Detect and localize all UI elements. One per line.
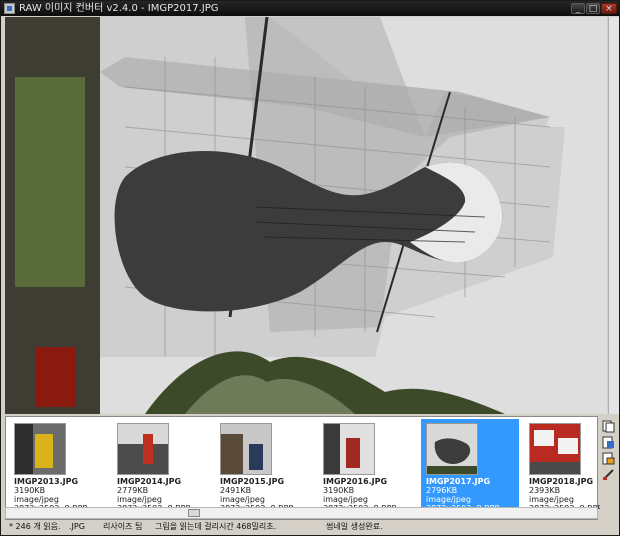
brush-icon[interactable] [602, 468, 615, 481]
vertical-scrollbar[interactable] [608, 17, 619, 414]
thumbnail-scrollbar[interactable] [5, 507, 598, 519]
app-icon [4, 3, 15, 14]
status-resize-tip: 리사이즈 팁 [103, 522, 143, 531]
minimize-button[interactable]: _ [571, 3, 585, 14]
window-title: RAW 이미지 컨버터 v2.4.0 - IMGP2017.JPG [19, 3, 219, 14]
maximize-button[interactable]: □ [586, 3, 600, 14]
copy-icon[interactable] [602, 420, 615, 433]
title-bar[interactable]: RAW 이미지 컨버터 v2.4.0 - IMGP2017.JPG _ □ × [1, 1, 619, 16]
thumbnail-item[interactable]: IMGP2016.JPG 3190KB image/jpeg 3872x2592… [318, 419, 416, 509]
thumbnail-item[interactable]: IMGP2014.JPG 2779KB image/jpeg 3872x2592… [112, 419, 210, 509]
thumbnail-strip: IMGP2013.JPG 3190KB image/jpeg 3872x2592… [5, 416, 604, 520]
status-bar: * 246 개 읽음. .JPG 리사이즈 팁 그림을 읽는데 걸리시간 468… [3, 520, 617, 535]
app-window: RAW 이미지 컨버터 v2.4.0 - IMGP2017.JPG _ □ × [0, 0, 620, 536]
save-icon[interactable] [602, 452, 615, 465]
thumbnail-item-selected[interactable]: IMGP2017.JPG 2796KB image/jpeg 3872x2592… [421, 419, 519, 509]
status-load-time: 그림을 읽는데 걸리시간 468밀리초. [155, 522, 277, 531]
convert-icon[interactable] [602, 436, 615, 449]
thumbnail-item[interactable]: IMGP2013.JPG 3190KB image/jpeg 3872x2592… [9, 419, 107, 509]
close-button[interactable]: × [601, 3, 617, 14]
scrollbar-handle[interactable] [188, 509, 200, 517]
main-photo [5, 17, 607, 414]
status-extension: .JPG [69, 522, 85, 531]
thumbnail-image [529, 423, 581, 475]
thumbnail-image [220, 423, 272, 475]
thumbnail-image [323, 423, 375, 475]
status-thumbnail: 썸네일 생성완료. [326, 522, 383, 531]
thumbnail-item[interactable]: IMGP2015.JPG 2491KB image/jpeg 3872x2592… [215, 419, 313, 509]
thumbnail-image [426, 423, 478, 475]
image-viewer[interactable] [5, 17, 607, 414]
side-toolbar [600, 416, 618, 520]
status-count: * 246 개 읽음. [9, 522, 61, 531]
thumbnail-image [117, 423, 169, 475]
thumbnail-image [14, 423, 66, 475]
